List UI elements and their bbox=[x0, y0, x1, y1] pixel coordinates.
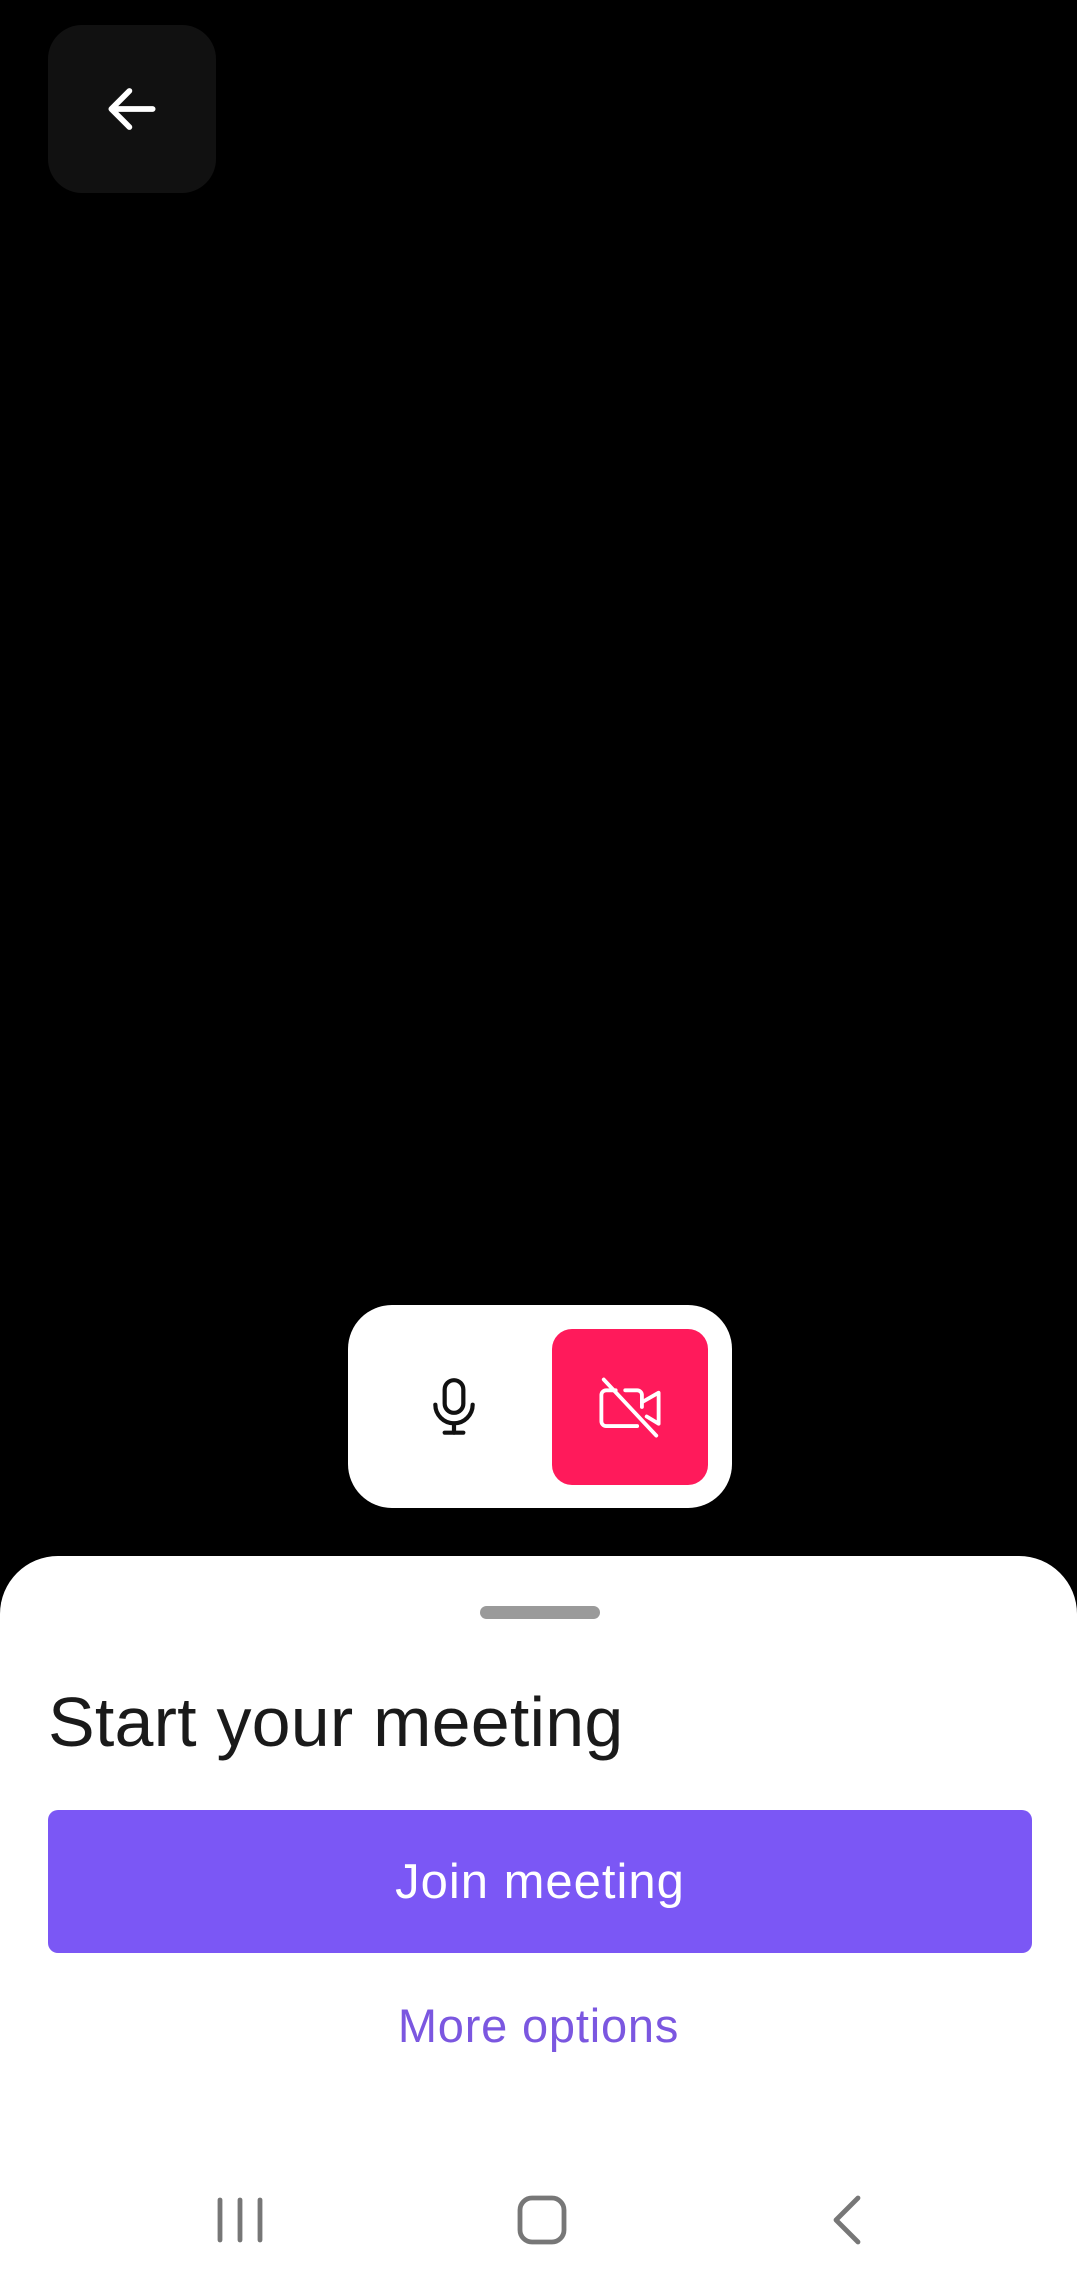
more-options-link[interactable]: More options bbox=[0, 1996, 1077, 2056]
media-controls bbox=[348, 1305, 732, 1508]
bottom-sheet: Start your meeting Join meeting More opt… bbox=[0, 1556, 1077, 2287]
system-back-button[interactable] bbox=[820, 2192, 876, 2248]
recent-apps-button[interactable] bbox=[210, 2192, 270, 2248]
microphone-icon bbox=[433, 1378, 475, 1435]
system-navigation-bar bbox=[0, 2160, 1077, 2287]
sheet-title: Start your meeting bbox=[48, 1683, 624, 1761]
chevron-left-icon bbox=[833, 2195, 861, 2245]
back-button[interactable] bbox=[48, 25, 216, 193]
sheet-drag-handle[interactable] bbox=[480, 1606, 600, 1619]
recent-apps-icon bbox=[217, 2197, 263, 2243]
meeting-preview-screen: Start your meeting Join meeting More opt… bbox=[0, 0, 1077, 2287]
arrow-left-icon bbox=[108, 88, 156, 130]
camera-toggle-button[interactable] bbox=[552, 1329, 708, 1485]
microphone-toggle-button[interactable] bbox=[376, 1329, 532, 1485]
home-icon bbox=[517, 2195, 567, 2245]
camera-off-icon bbox=[599, 1377, 661, 1438]
join-meeting-button[interactable]: Join meeting bbox=[48, 1810, 1032, 1953]
home-button[interactable] bbox=[512, 2192, 572, 2248]
